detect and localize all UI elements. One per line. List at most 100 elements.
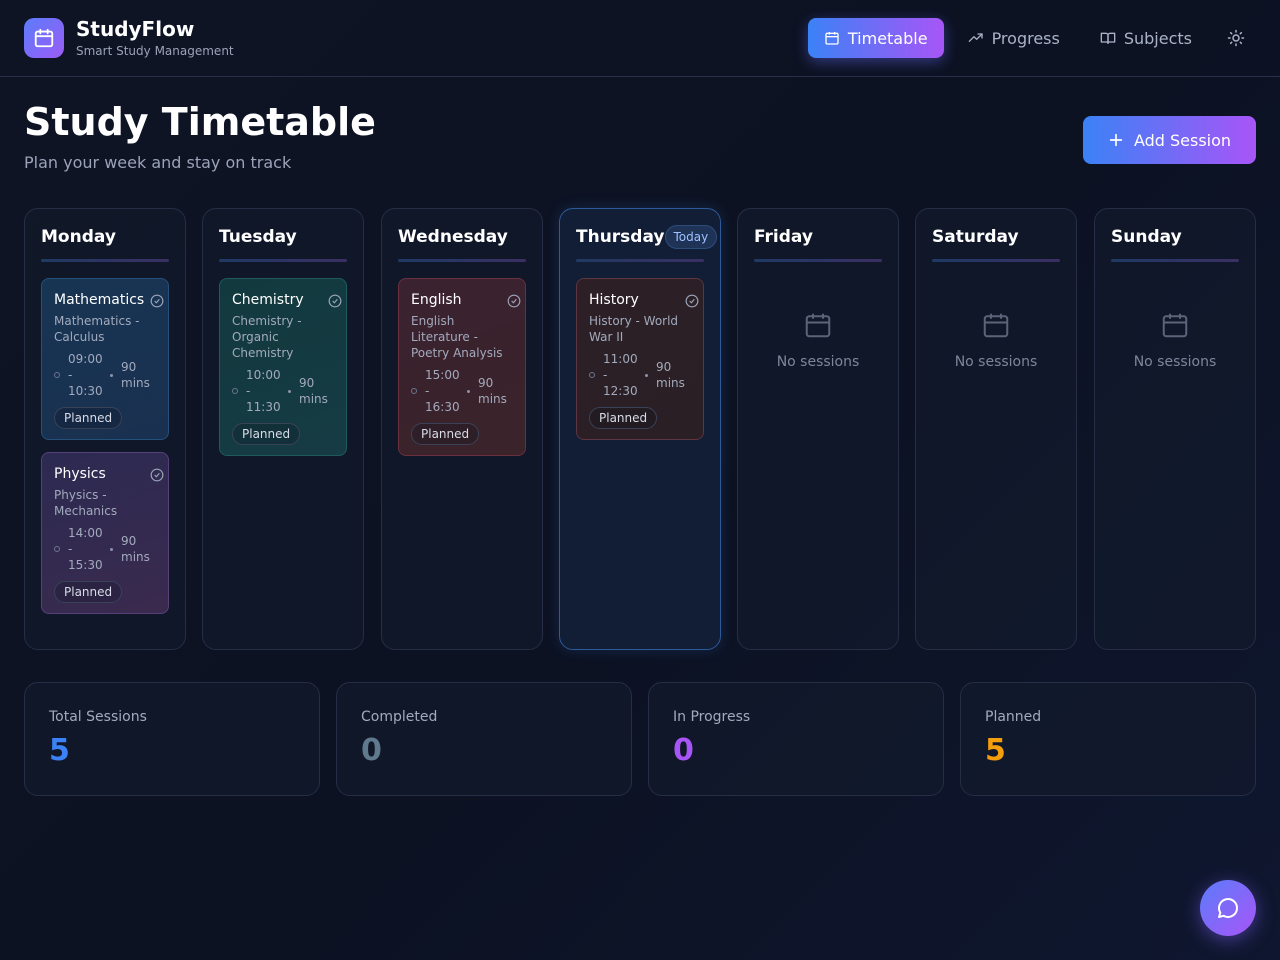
status-badge: Planned — [232, 423, 301, 445]
day-divider — [398, 259, 526, 262]
stat-card-total: Total Sessions 5 — [24, 682, 320, 796]
status-badge: Planned — [54, 581, 123, 603]
session-card[interactable]: Chemistry Chemistry - Organic Chemistry … — [219, 278, 347, 456]
empty-label: No sessions — [1133, 354, 1217, 370]
stat-card-planned: Planned 5 — [960, 682, 1256, 796]
clock-icon — [589, 372, 595, 378]
stat-value: 5 — [49, 733, 70, 768]
stat-card-in-progress: In Progress 0 — [648, 682, 944, 796]
clock-icon — [411, 388, 417, 394]
empty-state: No sessions — [754, 310, 882, 370]
trending-up-icon — [968, 33, 983, 42]
calendar-icon — [805, 313, 831, 338]
session-title: English — [411, 292, 462, 308]
day-divider — [932, 259, 1060, 262]
session-description: Mathematics - Calculus — [54, 314, 140, 344]
calendar-icon — [825, 32, 839, 45]
nav-progress[interactable]: Progress — [952, 18, 1076, 58]
clock-icon — [54, 546, 60, 552]
clock-icon — [232, 388, 238, 394]
session-duration: 90 mins — [478, 376, 507, 406]
calendar-icon — [983, 313, 1009, 338]
status-badge: Planned — [54, 407, 123, 429]
check-circle-icon[interactable] — [507, 294, 521, 308]
stat-label: Total Sessions — [49, 709, 147, 725]
status-badge: Planned — [411, 423, 480, 445]
empty-state: No sessions — [1111, 310, 1239, 370]
session-description: Physics - Mechanics — [54, 488, 118, 518]
main-nav: Timetable Progress Subjects — [800, 18, 1256, 58]
day-divider — [41, 259, 169, 262]
day-column-thursday: Thursday Today History History - World Wa… — [559, 208, 721, 650]
session-card[interactable]: History History - World War II 11:00 - 1… — [576, 278, 704, 440]
sun-icon — [1227, 29, 1245, 47]
nav-subjects[interactable]: Subjects — [1084, 18, 1208, 58]
day-name: Sunday — [1111, 227, 1182, 247]
check-circle-icon[interactable] — [150, 294, 164, 308]
nav-timetable[interactable]: Timetable — [807, 18, 944, 58]
page-title: Study Timetable — [24, 100, 376, 144]
day-name: Thursday — [576, 227, 665, 247]
today-badge: Today — [664, 225, 718, 249]
day-column-friday: Friday No sessions — [737, 208, 899, 650]
day-name: Saturday — [932, 227, 1019, 247]
session-title: Physics — [54, 466, 106, 482]
session-description: English Literature - Poetry Analysis — [411, 314, 503, 360]
session-card[interactable]: Mathematics Mathematics - Calculus 09:00… — [41, 278, 169, 440]
empty-label: No sessions — [776, 354, 860, 370]
check-circle-icon[interactable] — [150, 468, 164, 482]
stat-value: 0 — [361, 733, 382, 768]
status-badge: Planned — [589, 407, 658, 429]
page-subtitle: Plan your week and stay on track — [24, 153, 292, 172]
stat-value: 5 — [985, 733, 1006, 768]
day-column-tuesday: Tuesday Chemistry Chemistry - Organic Ch… — [202, 208, 364, 650]
check-circle-icon[interactable] — [328, 294, 342, 308]
stat-label: In Progress — [673, 709, 751, 725]
app-name: StudyFlow — [76, 17, 195, 41]
day-divider — [754, 259, 882, 262]
session-duration: 90 mins — [656, 360, 685, 390]
empty-state: No sessions — [932, 310, 1060, 370]
session-card[interactable]: English English Literature - Poetry Anal… — [398, 278, 526, 456]
session-duration: 90 mins — [299, 376, 328, 406]
day-column-saturday: Saturday No sessions — [915, 208, 1077, 650]
app-header: StudyFlow Smart Study Management Timetab… — [0, 0, 1280, 77]
stat-card-completed: Completed 0 — [336, 682, 632, 796]
chat-bubble-icon — [1218, 898, 1238, 918]
session-time: 09:00 - 10:30 — [68, 352, 103, 398]
session-card[interactable]: Physics Physics - Mechanics 14:00 - 15:3… — [41, 452, 169, 614]
book-open-icon — [1100, 32, 1116, 44]
stat-label: Planned — [985, 709, 1042, 725]
plus-icon — [1109, 133, 1123, 147]
add-session-button[interactable]: Add Session — [1083, 116, 1256, 164]
check-circle-icon[interactable] — [685, 294, 699, 308]
clock-icon — [54, 372, 60, 378]
session-time: 11:00 - 12:30 — [603, 352, 638, 398]
nav-subjects-label: Subjects — [1123, 28, 1192, 48]
session-time: 14:00 - 15:30 — [68, 526, 103, 572]
day-name: Monday — [41, 227, 116, 247]
session-duration: 90 mins — [121, 534, 150, 564]
app-tagline: Smart Study Management — [76, 44, 234, 58]
day-column-sunday: Sunday No sessions — [1094, 208, 1256, 650]
session-title: Chemistry — [232, 292, 304, 308]
day-divider — [219, 259, 347, 262]
day-name: Wednesday — [398, 227, 508, 247]
nav-timetable-label: Timetable — [847, 28, 928, 48]
session-title: History — [589, 292, 639, 308]
session-time: 10:00 - 11:30 — [246, 368, 281, 414]
add-session-label: Add Session — [1133, 130, 1232, 150]
chat-button[interactable] — [1200, 880, 1256, 936]
session-title: Mathematics — [54, 292, 145, 308]
empty-label: No sessions — [954, 354, 1038, 370]
theme-toggle-button[interactable] — [1216, 18, 1256, 58]
stat-value: 0 — [673, 733, 694, 768]
day-divider — [576, 259, 704, 262]
nav-progress-label: Progress — [991, 28, 1060, 48]
session-duration: 90 mins — [121, 360, 150, 390]
session-description: Chemistry - Organic Chemistry — [232, 314, 302, 360]
session-time: 15:00 - 16:30 — [425, 368, 460, 414]
day-column-wednesday: Wednesday English English Literature - P… — [381, 208, 543, 650]
day-column-monday: Monday Mathematics Mathematics - Calculu… — [24, 208, 186, 650]
day-divider — [1111, 259, 1239, 262]
